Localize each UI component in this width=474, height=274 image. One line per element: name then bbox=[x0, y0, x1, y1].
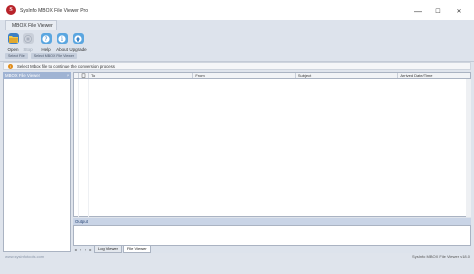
upgrade-label: Upgrade bbox=[69, 47, 87, 52]
mail-list-header: To From Subject Arrived Date/Time bbox=[73, 72, 471, 79]
tab-file-viewer[interactable]: File Viewer bbox=[122, 246, 151, 253]
website-link[interactable]: www.sysinfotools.com bbox=[5, 254, 44, 259]
folder-tree-title: MBOX File Viewer bbox=[5, 73, 41, 78]
column-header-subject[interactable]: Subject bbox=[296, 73, 399, 78]
svg-text:?: ? bbox=[44, 36, 47, 43]
stop-label: Stop bbox=[23, 47, 33, 52]
attachment-column-icon[interactable] bbox=[79, 73, 89, 78]
ribbon-group-viewer: Select MBOX File Viewer bbox=[30, 53, 78, 59]
last-arrow-icon[interactable]: ▸ bbox=[88, 247, 93, 252]
open-icon bbox=[7, 33, 19, 44]
column-header-to[interactable]: To bbox=[89, 73, 194, 78]
stop-icon bbox=[22, 33, 34, 44]
info-bar: ! Select Mbox file to continue the conve… bbox=[3, 62, 471, 70]
help-icon: ? bbox=[40, 33, 52, 44]
about-label: About bbox=[56, 47, 68, 52]
status-bar bbox=[0, 253, 474, 274]
close-button[interactable]: ✕ bbox=[449, 5, 469, 17]
output-pane bbox=[73, 225, 471, 246]
maximize-button[interactable]: ☐ bbox=[428, 5, 448, 17]
svg-text:i: i bbox=[61, 36, 63, 43]
folder-tree-panel[interactable] bbox=[3, 72, 71, 252]
tab-log-viewer[interactable]: Log Viewer bbox=[94, 246, 122, 253]
mail-list-body bbox=[73, 79, 471, 217]
minimize-button[interactable]: — bbox=[408, 5, 428, 17]
info-message: Select Mbox file to continue the convers… bbox=[17, 63, 115, 69]
ribbon-tab-label: MBOX File Viewer bbox=[12, 23, 53, 29]
ribbon-group-labels: Select File Select MBOX File Viewer bbox=[5, 53, 78, 60]
version-label: SysInfo MBOX File Viewer v18.0 bbox=[412, 254, 470, 259]
output-title: Output bbox=[75, 219, 88, 224]
ribbon-group-select-file: Select File bbox=[5, 53, 28, 59]
window-title: SysInfo MBOX File Viewer Pro bbox=[20, 8, 88, 14]
view-tabs: ◂ ‹ › ▸ Log Viewer File Viewer bbox=[73, 246, 471, 253]
pin-icon[interactable]: ᵖ bbox=[67, 73, 69, 78]
column-header-arrived-date[interactable]: Arrived Date/Time bbox=[398, 73, 470, 78]
open-label: Open bbox=[7, 47, 19, 52]
help-label: Help bbox=[41, 47, 51, 52]
ribbon-tab[interactable]: MBOX File Viewer bbox=[5, 20, 57, 30]
column-header-from[interactable]: From bbox=[193, 73, 296, 78]
warning-icon: ! bbox=[8, 63, 13, 69]
app-logo: S bbox=[6, 5, 16, 15]
about-icon: i bbox=[56, 33, 68, 44]
folder-tree-header: MBOX File Viewer ᵖ bbox=[3, 72, 71, 79]
grid-scrollbar[interactable] bbox=[466, 79, 471, 217]
upgrade-icon bbox=[72, 33, 84, 44]
output-header: Output bbox=[73, 218, 471, 225]
